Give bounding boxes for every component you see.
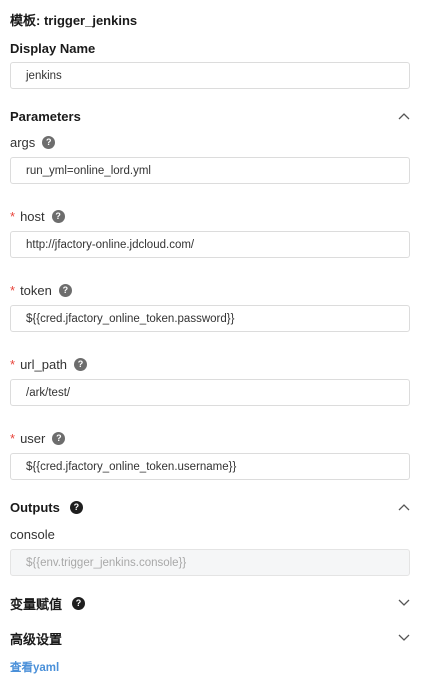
outputs-title-row: Outputs ?	[10, 500, 83, 515]
user-label: user	[20, 431, 46, 446]
args-label-row: args ?	[10, 135, 56, 150]
advanced-section-header[interactable]: 高级设置	[10, 628, 410, 648]
help-icon[interactable]: ?	[69, 500, 83, 514]
help-icon[interactable]: ?	[52, 432, 66, 445]
help-icon[interactable]: ?	[58, 284, 72, 297]
advanced-title: 高级设置	[10, 631, 63, 647]
token-label: token	[20, 283, 52, 298]
user-input[interactable]: ${{cred.jfactory_online_token.username}}	[10, 453, 410, 480]
console-output-field: ${{env.trigger_jenkins.console}}	[10, 549, 410, 576]
required-marker: *	[10, 209, 16, 224]
chevron-up-icon[interactable]	[398, 501, 410, 513]
display-name-input[interactable]: jenkins	[10, 62, 410, 89]
help-icon[interactable]: ?	[51, 210, 65, 223]
chevron-down-icon[interactable]	[398, 597, 410, 609]
parameters-section-header[interactable]: Parameters	[10, 106, 410, 126]
user-label-row: * user ?	[10, 431, 66, 446]
outputs-section-header[interactable]: Outputs ?	[10, 497, 410, 517]
variable-assign-section-header[interactable]: 变量赋值 ?	[10, 593, 410, 613]
console-label: console	[10, 527, 55, 542]
template-title: 模板: trigger_jenkins	[10, 13, 138, 28]
required-marker: *	[10, 357, 16, 372]
token-input[interactable]: ${{cred.jfactory_online_token.password}}	[10, 305, 410, 332]
outputs-title: Outputs	[10, 499, 60, 515]
chevron-down-icon[interactable]	[398, 632, 410, 644]
args-label: args	[10, 135, 36, 150]
token-label-row: * token ?	[10, 283, 72, 298]
host-label: host	[20, 209, 45, 224]
variable-assign-title: 变量赋值	[10, 596, 63, 612]
host-label-row: * host ?	[10, 209, 65, 224]
url-path-input[interactable]: /ark/test/	[10, 379, 410, 406]
chevron-up-icon[interactable]	[398, 110, 410, 122]
args-input[interactable]: run_yml=online_lord.yml	[10, 157, 410, 184]
help-icon[interactable]: ?	[72, 596, 86, 610]
view-yaml-link[interactable]: 查看yaml	[10, 659, 59, 675]
variable-assign-title-row: 变量赋值 ?	[10, 594, 86, 613]
url-path-label-row: * url_path ?	[10, 357, 88, 372]
help-icon[interactable]: ?	[42, 136, 56, 149]
help-icon[interactable]: ?	[74, 358, 88, 371]
host-input[interactable]: http://jfactory-online.jdcloud.com/	[10, 231, 410, 258]
url-path-label: url_path	[20, 357, 68, 372]
parameters-title: Parameters	[10, 108, 81, 124]
required-marker: *	[10, 283, 16, 298]
display-name-label: Display Name	[10, 41, 96, 56]
required-marker: *	[10, 431, 16, 446]
